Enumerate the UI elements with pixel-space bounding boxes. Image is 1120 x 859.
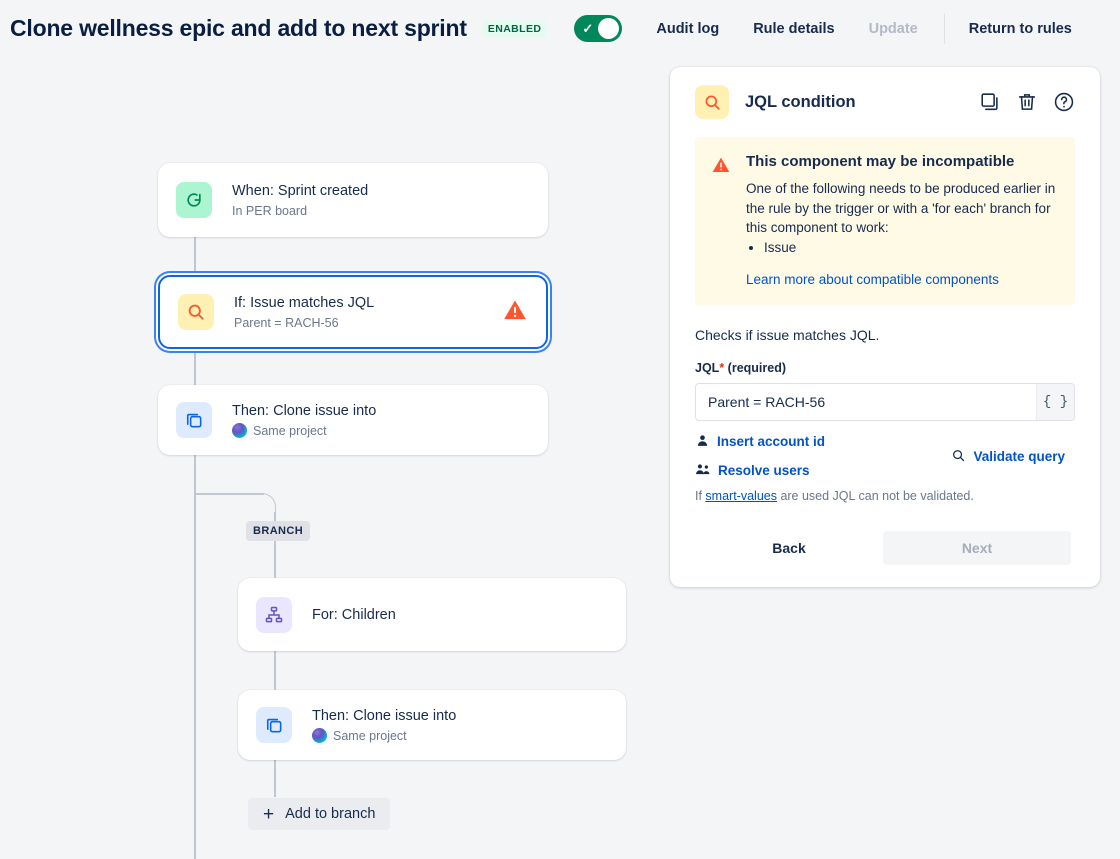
search-icon	[951, 448, 966, 466]
back-button[interactable]: Back	[695, 540, 883, 556]
add-to-branch-button[interactable]: + Add to branch	[248, 798, 391, 830]
rule-enabled-toggle[interactable]: ✓	[574, 15, 623, 42]
required-text: (required)	[727, 360, 787, 375]
validate-query-label: Validate query	[973, 449, 1065, 464]
smart-values-braces-button[interactable]: { }	[1036, 383, 1074, 420]
node-text: If: Issue matches JQL Parent = RACH-56	[234, 294, 374, 331]
learn-more-link[interactable]: Learn more about compatible components	[746, 272, 999, 287]
plus-icon: +	[263, 803, 275, 825]
jql-input-wrapper: { }	[695, 382, 1075, 421]
connector-line	[194, 237, 196, 273]
page-title: Clone wellness epic and add to next spri…	[10, 15, 467, 41]
connector-line	[194, 349, 196, 385]
rule-canvas: When: Sprint created In PER board If: Is…	[0, 57, 670, 859]
jql-field-label: JQL* (required)	[695, 361, 1075, 375]
status-badge: ENABLED	[482, 19, 547, 38]
update-button: Update	[868, 20, 918, 37]
node-subtitle: Parent = RACH-56	[234, 315, 374, 331]
clone-issue-icon	[176, 402, 212, 438]
smart-values-link[interactable]: smart-values	[705, 489, 777, 503]
node-text: Then: Clone issue into Same project	[312, 707, 456, 744]
required-marker: *	[719, 360, 725, 375]
connector-branch-curve	[248, 493, 276, 521]
incompatible-warning-banner: This component may be incompatible One o…	[695, 137, 1075, 305]
people-icon	[695, 462, 711, 480]
rule-node-for-children[interactable]: For: Children	[238, 578, 626, 651]
jql-search-icon	[695, 85, 729, 119]
node-subtitle: Same project	[232, 423, 376, 439]
resolve-users-label: Resolve users	[718, 463, 810, 478]
page-header: Clone wellness epic and add to next spri…	[0, 0, 1120, 57]
insert-account-id-label: Insert account id	[717, 434, 826, 449]
project-avatar	[232, 423, 247, 438]
smart-note-prefix: If	[695, 488, 706, 503]
delete-icon[interactable]	[1016, 91, 1038, 113]
validate-query-link[interactable]: Validate query	[951, 448, 1065, 466]
node-title: Then: Clone issue into	[232, 402, 377, 419]
node-text: When: Sprint created In PER board	[232, 182, 368, 219]
rule-node-jql-condition[interactable]: If: Issue matches JQL Parent = RACH-56	[158, 275, 548, 349]
warning-list: Issue	[764, 238, 1059, 258]
jql-label-text: JQL	[695, 360, 720, 375]
panel-title: JQL condition	[745, 92, 856, 111]
check-icon: ✓	[582, 21, 594, 36]
warning-content: This component may be incompatible One o…	[746, 152, 1059, 289]
node-subtitle-text: Same project	[333, 728, 407, 743]
trigger-sprint-icon	[176, 182, 212, 218]
connector-line-trunk	[194, 455, 196, 859]
node-subtitle-text: In PER board	[232, 203, 308, 218]
next-button: Next	[883, 530, 1071, 565]
add-to-branch-label: Add to branch	[285, 806, 376, 822]
jql-helper-links: Insert account id Resolve users Validate…	[695, 433, 1075, 489]
rule-node-trigger[interactable]: When: Sprint created In PER board	[158, 163, 548, 237]
toggle-knob	[598, 18, 620, 39]
rule-details-link[interactable]: Rule details	[753, 21, 834, 37]
node-text: For: Children	[312, 606, 396, 624]
node-subtitle: Same project	[312, 728, 456, 744]
warning-body: One of the following needs to be produce…	[746, 181, 1056, 235]
panel-footer-buttons: Back Next	[695, 530, 1075, 565]
header-divider	[943, 13, 945, 44]
node-title: When: Sprint created	[232, 182, 369, 199]
main-area: When: Sprint created In PER board If: Is…	[0, 57, 1120, 859]
warning-triangle-icon	[711, 155, 731, 289]
clone-issue-icon	[256, 707, 292, 743]
resolve-users-link[interactable]: Resolve users	[695, 462, 810, 480]
copy-icon[interactable]	[979, 91, 1001, 113]
panel-header: JQL condition	[695, 85, 1075, 119]
panel-actions	[979, 91, 1075, 113]
branch-children-icon	[256, 596, 292, 633]
node-subtitle-text: Same project	[253, 423, 327, 438]
node-subtitle: In PER board	[232, 203, 368, 219]
smart-values-note: If smart-values are used JQL can not be …	[695, 489, 1075, 503]
component-config-panel: JQL condition This component may be inco…	[670, 67, 1100, 587]
node-subtitle-text: Parent = RACH-56	[234, 315, 339, 330]
audit-log-link[interactable]: Audit log	[656, 21, 719, 37]
warning-title: This component may be incompatible	[746, 153, 1015, 170]
project-avatar	[312, 728, 327, 743]
insert-account-id-link[interactable]: Insert account id	[695, 433, 825, 451]
jql-input[interactable]	[696, 383, 1036, 420]
rule-node-clone-issue[interactable]: Then: Clone issue into Same project	[158, 385, 548, 455]
node-title: For: Children	[312, 606, 396, 623]
help-icon[interactable]	[1053, 91, 1075, 113]
person-icon	[695, 433, 710, 451]
component-description: Checks if issue matches JQL.	[695, 326, 880, 343]
smart-note-suffix: are used JQL can not be validated.	[776, 488, 974, 503]
warning-triangle-icon	[502, 297, 528, 328]
node-text: Then: Clone issue into Same project	[232, 402, 376, 439]
jql-search-icon	[178, 294, 214, 330]
list-item: Issue	[764, 238, 1059, 258]
node-title: If: Issue matches JQL	[234, 294, 375, 311]
node-title: Then: Clone issue into	[312, 707, 457, 724]
branch-label: BRANCH	[246, 521, 311, 541]
return-to-rules-link[interactable]: Return to rules	[969, 21, 1072, 37]
rule-node-clone-issue-branch[interactable]: Then: Clone issue into Same project	[238, 690, 626, 760]
